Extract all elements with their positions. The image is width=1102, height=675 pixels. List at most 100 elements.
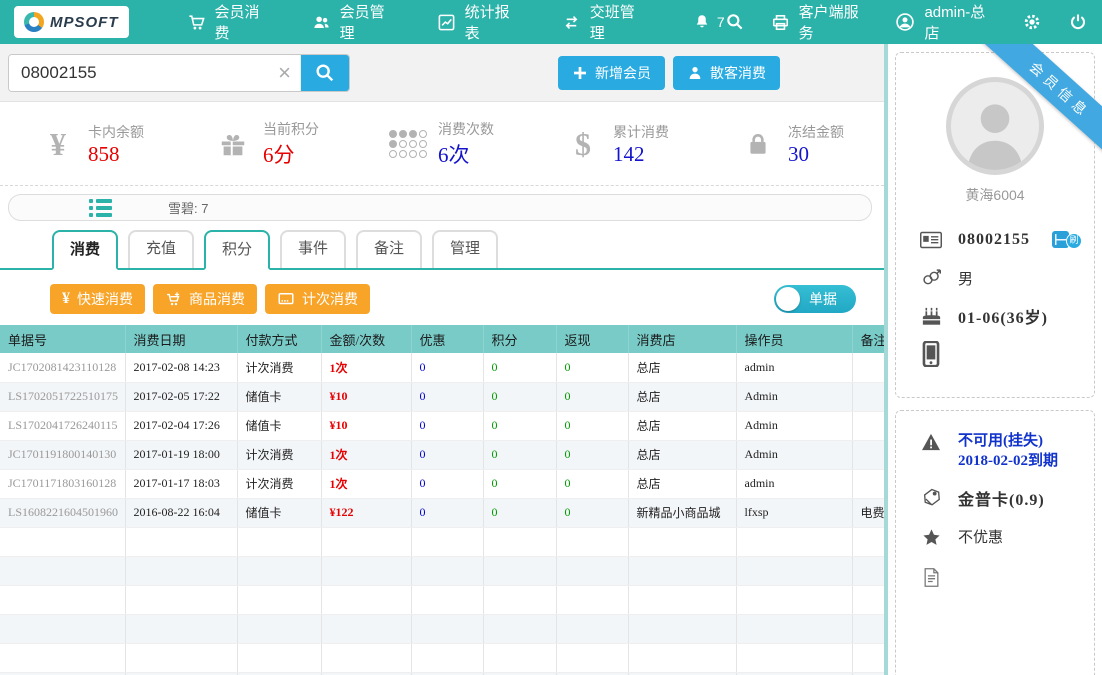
table-row[interactable]: LS17020417262401152017-02-04 17:26储值卡¥10… bbox=[0, 411, 884, 440]
reader-char: 刷 bbox=[1066, 233, 1082, 249]
table-cell bbox=[483, 527, 556, 556]
power-icon[interactable] bbox=[1068, 0, 1088, 44]
mobile-phone-icon bbox=[920, 341, 942, 367]
lock-icon bbox=[740, 131, 776, 157]
table-cell: 0 bbox=[411, 411, 483, 440]
table-row[interactable]: JC17011918001401302017-01-19 18:00计次消费1次… bbox=[0, 440, 884, 469]
stat-value: 142 bbox=[613, 142, 645, 166]
stat-value: 858 bbox=[88, 142, 120, 166]
logo-swirl-icon bbox=[24, 12, 44, 32]
stat-visit-count: 消费次数6次 bbox=[390, 119, 494, 169]
receipt-toggle[interactable]: 单据 bbox=[774, 285, 856, 313]
card-reader-icon[interactable]: 刷 bbox=[1052, 229, 1082, 251]
goods-consume-button[interactable]: 商品消费 bbox=[153, 284, 257, 314]
table-cell: 2017-02-04 17:26 bbox=[125, 411, 237, 440]
table-cell: Admin bbox=[736, 411, 852, 440]
tab-recharge[interactable]: 充值 bbox=[128, 230, 194, 268]
table-cell bbox=[736, 643, 852, 672]
walkin-consume-button[interactable]: 散客消费 bbox=[673, 56, 780, 90]
menu-item-member-consume[interactable]: 会员消费 bbox=[167, 0, 292, 44]
table-cell bbox=[125, 556, 237, 585]
printer-icon bbox=[771, 13, 790, 32]
table-cell: 计次消费 bbox=[237, 353, 321, 382]
bell-icon bbox=[693, 13, 711, 31]
consume-actions: ¥ 快速消费 商品消费 计次消费 单据 bbox=[0, 284, 884, 314]
table-cell: 0 bbox=[483, 382, 556, 411]
col-header: 消费日期 bbox=[125, 325, 237, 353]
table-cell bbox=[0, 556, 125, 585]
gift-icon bbox=[215, 129, 251, 159]
table-cell bbox=[237, 556, 321, 585]
search-icon[interactable] bbox=[725, 0, 745, 44]
table-cell bbox=[411, 614, 483, 643]
table-cell bbox=[411, 556, 483, 585]
notifications-button[interactable]: 7 bbox=[693, 13, 725, 31]
dollar-icon: $ bbox=[565, 128, 601, 160]
table-cell bbox=[628, 556, 736, 585]
table-row[interactable]: LS17020517225101752017-02-05 17:22储值卡¥10… bbox=[0, 382, 884, 411]
table-cell: 0 bbox=[556, 498, 628, 527]
add-member-button[interactable]: 新增会员 bbox=[558, 56, 665, 90]
toggle-label: 单据 bbox=[809, 289, 837, 309]
table-cell: 0 bbox=[411, 353, 483, 382]
table-cell: ¥10 bbox=[321, 382, 411, 411]
table-cell bbox=[411, 585, 483, 614]
table-empty-row bbox=[0, 585, 884, 614]
table-empty-row bbox=[0, 614, 884, 643]
col-header: 优惠 bbox=[411, 325, 483, 353]
table-cell bbox=[628, 643, 736, 672]
card-type-text: 金普卡(0.9) bbox=[958, 486, 1045, 510]
table-cell bbox=[0, 527, 125, 556]
table-cell bbox=[852, 411, 884, 440]
app-window: MPSOFT 会员消费 会员管理 统计报表 交班管理 7 bbox=[0, 0, 1102, 675]
member-search-input[interactable] bbox=[9, 55, 269, 91]
table-row[interactable]: JC17020814231101282017-02-08 14:23计次消费1次… bbox=[0, 353, 884, 382]
main-menu: 会员消费 会员管理 统计报表 交班管理 bbox=[167, 0, 667, 44]
clear-search-icon[interactable]: × bbox=[269, 55, 301, 91]
menu-item-shift[interactable]: 交班管理 bbox=[542, 0, 667, 44]
search-button[interactable] bbox=[301, 55, 349, 91]
table-empty-row bbox=[0, 527, 884, 556]
tab-consume[interactable]: 消费 bbox=[52, 230, 118, 270]
avatar[interactable] bbox=[946, 77, 1044, 175]
id-card-icon bbox=[920, 231, 942, 249]
table-cell bbox=[125, 527, 237, 556]
phone-row bbox=[920, 335, 1094, 373]
menu-item-member-manage[interactable]: 会员管理 bbox=[292, 0, 417, 44]
tab-notes[interactable]: 备注 bbox=[356, 230, 422, 268]
app-logo[interactable]: MPSOFT bbox=[14, 6, 129, 38]
settings-gear-icon[interactable] bbox=[1022, 0, 1042, 44]
tab-manage[interactable]: 管理 bbox=[432, 230, 498, 268]
table-cell: 0 bbox=[411, 469, 483, 498]
table-cell bbox=[321, 614, 411, 643]
tab-events[interactable]: 事件 bbox=[280, 230, 346, 268]
table-cell bbox=[321, 585, 411, 614]
table-cell bbox=[237, 527, 321, 556]
table-cell: 0 bbox=[411, 498, 483, 527]
menu-item-label: 会员管理 bbox=[340, 1, 397, 43]
stat-frozen-amount: 冻结金额30 bbox=[740, 122, 844, 167]
table-cell: 0 bbox=[483, 411, 556, 440]
table-cell: 2016-08-22 16:04 bbox=[125, 498, 237, 527]
tab-points[interactable]: 积分 bbox=[204, 230, 270, 270]
table-row[interactable]: LS16082216045019602016-08-22 16:04储值卡¥12… bbox=[0, 498, 884, 527]
cart-plus-icon bbox=[165, 291, 182, 308]
table-cell bbox=[125, 643, 237, 672]
stat-card-balance: ¥ 卡内余额858 bbox=[40, 122, 144, 167]
toolbar-buttons: 新增会员 散客消费 bbox=[558, 56, 780, 90]
stat-label: 冻结金额 bbox=[788, 124, 844, 140]
table-cell: 计次消费 bbox=[237, 440, 321, 469]
table-row[interactable]: JC17011718031601282017-01-17 18:03计次消费1次… bbox=[0, 469, 884, 498]
menu-item-reports[interactable]: 统计报表 bbox=[417, 0, 542, 44]
count-consume-button[interactable]: 计次消费 bbox=[265, 284, 370, 314]
current-user-button[interactable]: admin-总店 bbox=[895, 0, 996, 44]
notice-bar[interactable]: 雪碧: 7 bbox=[8, 194, 872, 221]
table-cell bbox=[628, 527, 736, 556]
table-cell: LS1608221604501960 bbox=[0, 498, 125, 527]
quick-consume-button[interactable]: ¥ 快速消费 bbox=[50, 284, 145, 314]
table-cell: 1次 bbox=[321, 353, 411, 382]
stats-row: ¥ 卡内余额858 当前积分6分 消费次数6次 $ 累计消费142 冻结金额30 bbox=[0, 103, 884, 186]
member-info-rows: 08002155 刷 男 01-06(36岁) bbox=[896, 221, 1094, 373]
navbar-right: 客户端服务 admin-总店 bbox=[725, 0, 1088, 44]
client-service-button[interactable]: 客户端服务 bbox=[771, 0, 870, 44]
